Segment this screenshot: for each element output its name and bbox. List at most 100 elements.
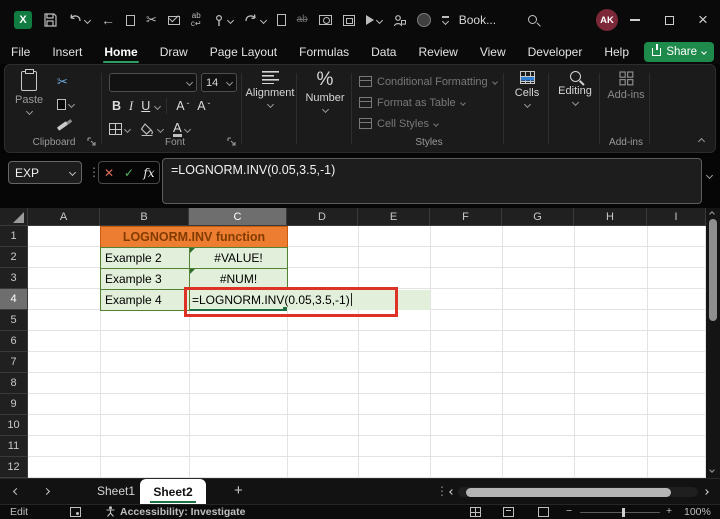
font-color-button[interactable]: A — [173, 121, 191, 137]
save-icon[interactable] — [43, 13, 57, 27]
alignment-button[interactable]: Alignment — [245, 71, 295, 109]
tab-data[interactable]: Data — [360, 40, 407, 64]
underline-dropdown-icon[interactable] — [154, 102, 162, 110]
font-dialog-launcher[interactable] — [227, 137, 237, 147]
insert-function-icon[interactable]: fx — [139, 166, 159, 180]
tab-formulas[interactable]: Formulas — [288, 40, 360, 64]
paste-button[interactable]: Paste — [15, 69, 43, 116]
copy-icon[interactable] — [126, 11, 140, 26]
decrease-font-button[interactable]: Aˇ — [194, 99, 213, 113]
export-run-icon[interactable] — [365, 15, 383, 25]
row-header-4[interactable]: 4 — [0, 289, 28, 310]
touch-mode-dropdown-icon[interactable] — [226, 16, 234, 24]
next-sheet-icon[interactable] — [42, 487, 51, 496]
name-box[interactable]: EXP — [8, 161, 82, 184]
column-header-g[interactable]: G — [502, 208, 574, 226]
zoom-out-button[interactable]: − — [566, 505, 572, 517]
tab-review[interactable]: Review — [407, 40, 468, 64]
formula-input[interactable]: =LOGNORM.INV(0.05,3.5,-1) — [162, 158, 702, 204]
cells-area[interactable]: LOGNORM.INV function Example 2 #VALUE! E… — [28, 226, 706, 478]
sheetbar-options-icon[interactable]: ⋮ — [436, 484, 448, 498]
zoom-level[interactable]: 100% — [684, 506, 711, 518]
row-header-12[interactable]: 12 — [0, 457, 28, 478]
share-button[interactable]: Share — [644, 42, 714, 62]
sheet-tab-sheet2-active[interactable]: Sheet2 — [140, 479, 206, 505]
confirm-entry-icon[interactable]: ✓ — [119, 166, 139, 180]
back-arrow-icon[interactable]: ← — [101, 12, 115, 28]
copy-button[interactable] — [57, 95, 76, 113]
zoom-in-button[interactable]: + — [666, 505, 672, 517]
select-all-corner[interactable] — [0, 208, 28, 226]
bold-button[interactable]: B — [109, 99, 124, 113]
editing-button[interactable]: Editing — [554, 71, 596, 107]
tab-page-layout[interactable]: Page Layout — [199, 40, 288, 64]
strikethrough-icon[interactable]: ab — [297, 15, 308, 25]
row-header-10[interactable]: 10 — [0, 415, 28, 436]
translate-icon[interactable]: ab c↵ — [191, 12, 202, 28]
undo-dropdown-icon[interactable] — [83, 16, 92, 24]
scroll-up-icon[interactable] — [709, 211, 715, 217]
italic-button[interactable]: I — [126, 99, 136, 114]
format-painter-button[interactable] — [56, 117, 74, 135]
tab-help[interactable]: Help — [593, 40, 640, 64]
touch-mode-icon[interactable] — [213, 14, 234, 27]
column-header-d[interactable]: D — [287, 208, 358, 226]
conditional-formatting-button[interactable]: Conditional Formatting — [359, 71, 498, 92]
new-document-icon[interactable] — [276, 14, 286, 26]
number-button[interactable]: % Number — [302, 70, 348, 114]
add-ins-button[interactable]: Add-ins — [605, 71, 647, 101]
expand-formula-bar-icon[interactable] — [705, 171, 714, 180]
increase-font-button[interactable]: Aˆ — [173, 99, 192, 113]
redo-dropdown-icon[interactable] — [259, 16, 267, 24]
cell-b2[interactable]: Example 2 — [100, 247, 190, 269]
tab-view[interactable]: View — [469, 40, 517, 64]
view-page-break-icon[interactable] — [538, 507, 549, 519]
clipboard-dialog-launcher[interactable] — [87, 137, 97, 147]
column-header-e[interactable]: E — [358, 208, 430, 226]
cancel-entry-icon[interactable]: ✕ — [99, 166, 119, 180]
borders-button[interactable] — [109, 123, 132, 135]
macro-record-icon[interactable] — [70, 507, 81, 519]
collapse-ribbon-icon[interactable] — [697, 137, 706, 146]
tab-home[interactable]: Home — [93, 40, 148, 64]
avatar[interactable]: AK — [596, 9, 618, 31]
account-circle-icon[interactable] — [416, 13, 431, 27]
tab-draw[interactable]: Draw — [149, 40, 199, 64]
cell-styles-button[interactable]: Cell Styles — [359, 113, 497, 134]
new-sheet-button[interactable]: + — [234, 482, 243, 499]
hscroll-right-icon[interactable] — [703, 489, 709, 495]
format-as-table-button[interactable]: Format as Table — [359, 92, 497, 113]
row-header-3[interactable]: 3 — [0, 268, 28, 289]
accessibility-icon[interactable] — [106, 506, 115, 519]
cut-button[interactable]: ✂ — [57, 73, 74, 91]
row-header-2[interactable]: 2 — [0, 247, 28, 268]
row-header-11[interactable]: 11 — [0, 436, 28, 457]
cells-button[interactable]: Cells — [509, 71, 545, 109]
column-header-h[interactable]: H — [574, 208, 647, 226]
row-header-9[interactable]: 9 — [0, 394, 28, 415]
row-header-8[interactable]: 8 — [0, 373, 28, 394]
column-header-a[interactable]: A — [28, 208, 100, 226]
redo-icon[interactable] — [244, 14, 267, 26]
tab-developer[interactable]: Developer — [517, 40, 594, 64]
font-name-combo[interactable] — [109, 73, 197, 92]
column-header-b[interactable]: B — [100, 208, 189, 226]
snapshot-preview-icon[interactable] — [342, 14, 355, 26]
vertical-scrollbar-thumb[interactable] — [709, 219, 717, 321]
maximize-button[interactable] — [652, 0, 686, 40]
view-page-layout-icon[interactable] — [503, 507, 514, 519]
cut-icon[interactable]: ✂ — [146, 12, 157, 28]
cell-c2[interactable]: #VALUE! — [189, 247, 288, 269]
row-header-7[interactable]: 7 — [0, 352, 28, 373]
close-button[interactable]: × — [686, 0, 720, 40]
customize-qat-icon[interactable] — [441, 16, 449, 25]
minimize-button[interactable] — [618, 0, 652, 40]
scroll-down-icon[interactable] — [709, 467, 715, 473]
camera-icon[interactable] — [318, 15, 332, 25]
sheet-tab-sheet1[interactable]: Sheet1 — [97, 484, 135, 498]
search-icon[interactable] — [528, 11, 538, 29]
vertical-scrollbar[interactable] — [706, 208, 720, 478]
cell-b1-title[interactable]: LOGNORM.INV function — [100, 226, 288, 248]
cell-b4[interactable]: Example 4 — [100, 289, 190, 311]
tab-file[interactable]: File — [0, 40, 41, 64]
